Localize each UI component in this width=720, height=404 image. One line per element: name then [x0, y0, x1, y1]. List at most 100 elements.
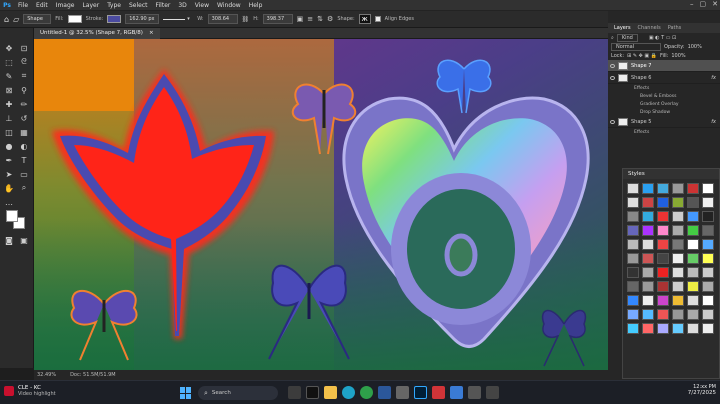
system-tray[interactable]: 12:xx PM 7/27/2025 [640, 384, 716, 396]
style-swatch[interactable] [627, 323, 639, 334]
move-tool-icon[interactable]: ✥ [2, 42, 16, 54]
close-tab-icon[interactable]: × [149, 30, 154, 36]
blend-mode-select[interactable]: Normal [611, 42, 661, 51]
style-swatch[interactable] [642, 211, 654, 222]
effect-bevel[interactable]: Bevel & Emboss [608, 92, 720, 100]
pen-tool-icon[interactable]: ✒ [2, 154, 16, 166]
shape-picker[interactable]: ж [358, 14, 371, 24]
marquee-tool-icon[interactable]: ⬚ [2, 56, 16, 68]
crop-tool-icon[interactable]: ⌗ [17, 70, 31, 82]
clone-stamp-icon[interactable]: ⊥ [2, 112, 16, 124]
style-swatch[interactable] [657, 197, 669, 208]
style-swatch[interactable] [627, 295, 639, 306]
style-swatch[interactable] [642, 323, 654, 334]
photoshop-taskbar-icon[interactable] [414, 386, 427, 399]
align-edges-checkbox[interactable] [374, 16, 381, 22]
style-swatch[interactable] [672, 295, 684, 306]
style-swatch[interactable] [687, 239, 699, 250]
filter-icons[interactable]: ▣ ◐ T ▭ ⊡ [649, 35, 676, 41]
style-swatch[interactable] [672, 253, 684, 264]
style-swatch[interactable] [627, 309, 639, 320]
style-swatch[interactable] [657, 211, 669, 222]
style-swatch[interactable] [672, 211, 684, 222]
weather-widget[interactable]: CLE - KC Video highlight [4, 385, 56, 397]
link-icon[interactable]: ⛓ [242, 16, 250, 23]
healing-brush-icon[interactable]: ✚ [2, 98, 16, 110]
width-input[interactable]: 308.64 [207, 14, 238, 24]
style-swatch[interactable] [702, 239, 714, 250]
style-swatch[interactable] [642, 183, 654, 194]
lasso-tool-icon[interactable]: ᘓ [17, 56, 31, 68]
style-swatch[interactable] [687, 267, 699, 278]
visibility-eye-icon[interactable] [610, 75, 615, 80]
style-swatch[interactable] [657, 281, 669, 292]
opacity-value[interactable]: 100% [688, 44, 702, 50]
style-swatch[interactable] [657, 309, 669, 320]
style-swatch[interactable] [642, 309, 654, 320]
kind-filter[interactable]: Kind [616, 33, 638, 42]
foreground-color-swatch[interactable] [6, 210, 18, 222]
style-swatch[interactable] [702, 197, 714, 208]
style-swatch[interactable] [702, 267, 714, 278]
style-swatch[interactable] [687, 309, 699, 320]
eyedropper-icon[interactable]: ⚲ [17, 84, 31, 96]
document-canvas[interactable] [34, 39, 608, 370]
style-swatch[interactable] [657, 183, 669, 194]
style-swatch[interactable] [627, 239, 639, 250]
minimize-icon[interactable]: – [690, 0, 694, 8]
edge-icon[interactable] [342, 386, 355, 399]
frame-tool-icon[interactable]: ⊠ [2, 84, 16, 96]
menu-filter[interactable]: Filter [152, 2, 175, 9]
path-align-icon[interactable]: ≡ [307, 15, 313, 23]
hand-tool-icon[interactable]: ✋ [2, 182, 16, 194]
rectangle-tool-icon[interactable]: ▭ [17, 168, 31, 180]
artboard-tool-icon[interactable]: ⊡ [17, 42, 31, 54]
menu-image[interactable]: Image [52, 2, 79, 9]
style-swatch[interactable] [657, 323, 669, 334]
close-window-icon[interactable]: ✕ [712, 0, 718, 8]
style-swatch[interactable] [627, 281, 639, 292]
style-swatch[interactable] [657, 253, 669, 264]
style-swatch[interactable] [672, 281, 684, 292]
style-swatch[interactable] [657, 267, 669, 278]
style-swatch[interactable] [657, 239, 669, 250]
style-swatch[interactable] [642, 225, 654, 236]
menu-layer[interactable]: Layer [78, 2, 103, 9]
style-swatch[interactable] [627, 225, 639, 236]
path-select-icon[interactable]: ➤ [2, 168, 16, 180]
style-swatch[interactable] [687, 211, 699, 222]
layer-row[interactable]: Shape 6 fx [608, 72, 720, 84]
menu-type[interactable]: Type [103, 2, 125, 9]
app-icon-gray[interactable] [468, 386, 481, 399]
document-tab[interactable]: Untitled-1 @ 32.5% (Shape 7, RGB/8) × [34, 27, 160, 39]
tool-mode-select[interactable]: Shape [23, 14, 52, 24]
menu-help[interactable]: Help [245, 2, 267, 9]
chrome-icon[interactable] [360, 386, 373, 399]
layer-row[interactable]: Shape 5 fx [608, 116, 720, 128]
history-brush-icon[interactable]: ↺ [17, 112, 31, 124]
style-swatch[interactable] [687, 281, 699, 292]
fill-value[interactable]: 100% [671, 53, 685, 59]
file-explorer-icon[interactable] [324, 386, 337, 399]
style-swatch[interactable] [642, 281, 654, 292]
app-icon-blue[interactable] [450, 386, 463, 399]
style-swatch[interactable] [702, 253, 714, 264]
brush-tool-icon[interactable]: ✏ [17, 98, 31, 110]
stroke-type-select[interactable]: ▾ [163, 15, 193, 23]
style-swatch[interactable] [702, 309, 714, 320]
menu-select[interactable]: Select [125, 2, 152, 9]
home-icon[interactable]: ⌂ [4, 15, 9, 24]
style-swatch[interactable] [642, 197, 654, 208]
layer-row[interactable]: Shape 7 [608, 60, 720, 72]
effect-gradient[interactable]: Gradient Overlay [608, 100, 720, 108]
word-icon[interactable] [378, 386, 391, 399]
zoom-tool-icon[interactable]: ⌕ [17, 182, 31, 194]
stroke-swatch[interactable] [107, 15, 122, 23]
settings-icon[interactable]: ⚙ [327, 15, 333, 23]
task-view-icon[interactable] [288, 386, 301, 399]
app-icon-media[interactable] [306, 386, 319, 399]
menu-window[interactable]: Window [213, 2, 245, 9]
style-swatch[interactable] [687, 197, 699, 208]
style-swatch[interactable] [672, 323, 684, 334]
maximize-icon[interactable]: ▢ [700, 0, 707, 8]
